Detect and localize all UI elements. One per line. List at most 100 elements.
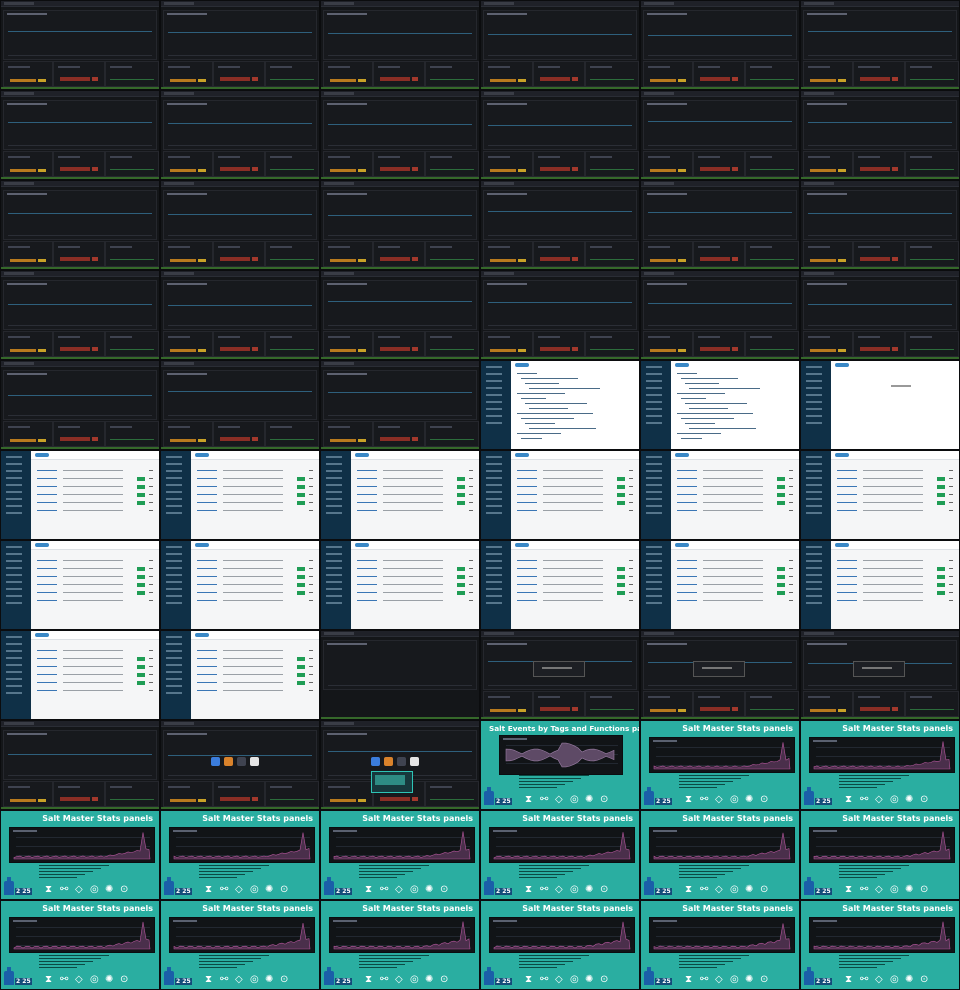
table-row[interactable] bbox=[37, 673, 153, 677]
table-row[interactable] bbox=[197, 681, 313, 685]
sidebar-item[interactable] bbox=[646, 422, 662, 424]
row-link[interactable] bbox=[517, 486, 537, 487]
sidebar-item[interactable] bbox=[486, 415, 502, 417]
sidebar-item[interactable] bbox=[166, 650, 182, 652]
table-row[interactable] bbox=[357, 501, 473, 505]
sidebar-item[interactable] bbox=[166, 678, 182, 680]
dock-app-icon[interactable] bbox=[397, 757, 406, 766]
table-row[interactable] bbox=[837, 599, 953, 603]
dashboard-thumbnail[interactable] bbox=[161, 361, 319, 449]
table-row[interactable] bbox=[37, 575, 153, 579]
sidebar-item[interactable] bbox=[486, 553, 502, 555]
sidebar-item[interactable] bbox=[646, 588, 662, 590]
row-link[interactable] bbox=[517, 584, 537, 585]
salt-ui-thumbnail[interactable] bbox=[161, 541, 319, 629]
sidebar-item[interactable] bbox=[326, 512, 342, 514]
sidebar-item[interactable] bbox=[6, 685, 22, 687]
table-row[interactable] bbox=[37, 509, 153, 513]
presentation-slide[interactable]: Salt Master Stats panels 2 25 ⧗ ⚯ ◇ ◎ ✺ ⊙ bbox=[801, 721, 959, 809]
table-row[interactable] bbox=[677, 583, 793, 587]
table-row[interactable] bbox=[197, 575, 313, 579]
row-link[interactable] bbox=[37, 560, 57, 561]
sidebar-item[interactable] bbox=[326, 456, 342, 458]
row-link[interactable] bbox=[37, 510, 57, 511]
sidebar-item[interactable] bbox=[6, 671, 22, 673]
sidebar-item[interactable] bbox=[646, 553, 662, 555]
sidebar-item[interactable] bbox=[486, 408, 502, 410]
table-row[interactable] bbox=[37, 501, 153, 505]
table-row[interactable] bbox=[357, 575, 473, 579]
salt-ui-thumbnail[interactable] bbox=[321, 541, 479, 629]
sidebar-item[interactable] bbox=[486, 567, 502, 569]
sidebar-item[interactable] bbox=[646, 567, 662, 569]
table-row[interactable] bbox=[197, 665, 313, 669]
sidebar-item[interactable] bbox=[646, 595, 662, 597]
row-link[interactable] bbox=[517, 568, 537, 569]
sidebar-item[interactable] bbox=[806, 484, 822, 486]
table-row[interactable] bbox=[837, 469, 953, 473]
row-link[interactable] bbox=[197, 674, 217, 675]
row-link[interactable] bbox=[677, 494, 697, 495]
sidebar-item[interactable] bbox=[486, 366, 502, 368]
dashboard-thumbnail[interactable] bbox=[801, 181, 959, 269]
row-link[interactable] bbox=[517, 560, 537, 561]
row-link[interactable] bbox=[197, 600, 217, 601]
sidebar-item[interactable] bbox=[6, 498, 22, 500]
row-link[interactable] bbox=[197, 584, 217, 585]
sidebar-item[interactable] bbox=[326, 574, 342, 576]
sidebar-item[interactable] bbox=[326, 581, 342, 583]
table-row[interactable] bbox=[357, 469, 473, 473]
row-link[interactable] bbox=[357, 568, 377, 569]
sidebar-item[interactable] bbox=[646, 505, 662, 507]
sidebar-item[interactable] bbox=[806, 574, 822, 576]
sidebar-item[interactable] bbox=[6, 678, 22, 680]
dashboard-thumbnail[interactable] bbox=[481, 181, 639, 269]
sidebar-item[interactable] bbox=[806, 505, 822, 507]
row-link[interactable] bbox=[677, 592, 697, 593]
row-link[interactable] bbox=[677, 502, 697, 503]
row-link[interactable] bbox=[37, 658, 57, 659]
sidebar-item[interactable] bbox=[6, 643, 22, 645]
row-link[interactable] bbox=[37, 576, 57, 577]
sidebar-item[interactable] bbox=[646, 574, 662, 576]
sidebar-item[interactable] bbox=[6, 636, 22, 638]
table-row[interactable] bbox=[837, 485, 953, 489]
table-row[interactable] bbox=[197, 469, 313, 473]
sidebar-item[interactable] bbox=[486, 394, 502, 396]
dashboard-thumbnail[interactable] bbox=[481, 91, 639, 179]
row-link[interactable] bbox=[197, 682, 217, 683]
salt-ui-thumbnail[interactable] bbox=[641, 541, 799, 629]
table-row[interactable] bbox=[517, 567, 633, 571]
sidebar-item[interactable] bbox=[806, 602, 822, 604]
row-link[interactable] bbox=[197, 568, 217, 569]
sidebar-item[interactable] bbox=[806, 380, 822, 382]
sidebar-item[interactable] bbox=[6, 456, 22, 458]
row-link[interactable] bbox=[517, 494, 537, 495]
sidebar-item[interactable] bbox=[326, 505, 342, 507]
row-link[interactable] bbox=[517, 510, 537, 511]
sidebar-item[interactable] bbox=[166, 567, 182, 569]
sidebar-item[interactable] bbox=[806, 422, 822, 424]
sidebar-item[interactable] bbox=[486, 581, 502, 583]
sidebar-item[interactable] bbox=[806, 546, 822, 548]
table-row[interactable] bbox=[37, 689, 153, 693]
row-link[interactable] bbox=[197, 494, 217, 495]
row-link[interactable] bbox=[837, 494, 857, 495]
table-row[interactable] bbox=[837, 591, 953, 595]
sidebar-item[interactable] bbox=[806, 463, 822, 465]
sidebar-item[interactable] bbox=[166, 477, 182, 479]
sidebar-item[interactable] bbox=[486, 546, 502, 548]
salt-ui-thumbnail[interactable] bbox=[481, 361, 639, 449]
sidebar-item[interactable] bbox=[166, 546, 182, 548]
row-link[interactable] bbox=[357, 600, 377, 601]
sidebar-item[interactable] bbox=[806, 553, 822, 555]
dashboard-thumbnail[interactable] bbox=[321, 1, 479, 89]
table-row[interactable] bbox=[197, 649, 313, 653]
row-link[interactable] bbox=[197, 502, 217, 503]
sidebar-item[interactable] bbox=[166, 553, 182, 555]
sidebar-item[interactable] bbox=[486, 484, 502, 486]
sidebar-item[interactable] bbox=[6, 567, 22, 569]
table-row[interactable] bbox=[37, 493, 153, 497]
row-link[interactable] bbox=[357, 584, 377, 585]
row-link[interactable] bbox=[37, 600, 57, 601]
